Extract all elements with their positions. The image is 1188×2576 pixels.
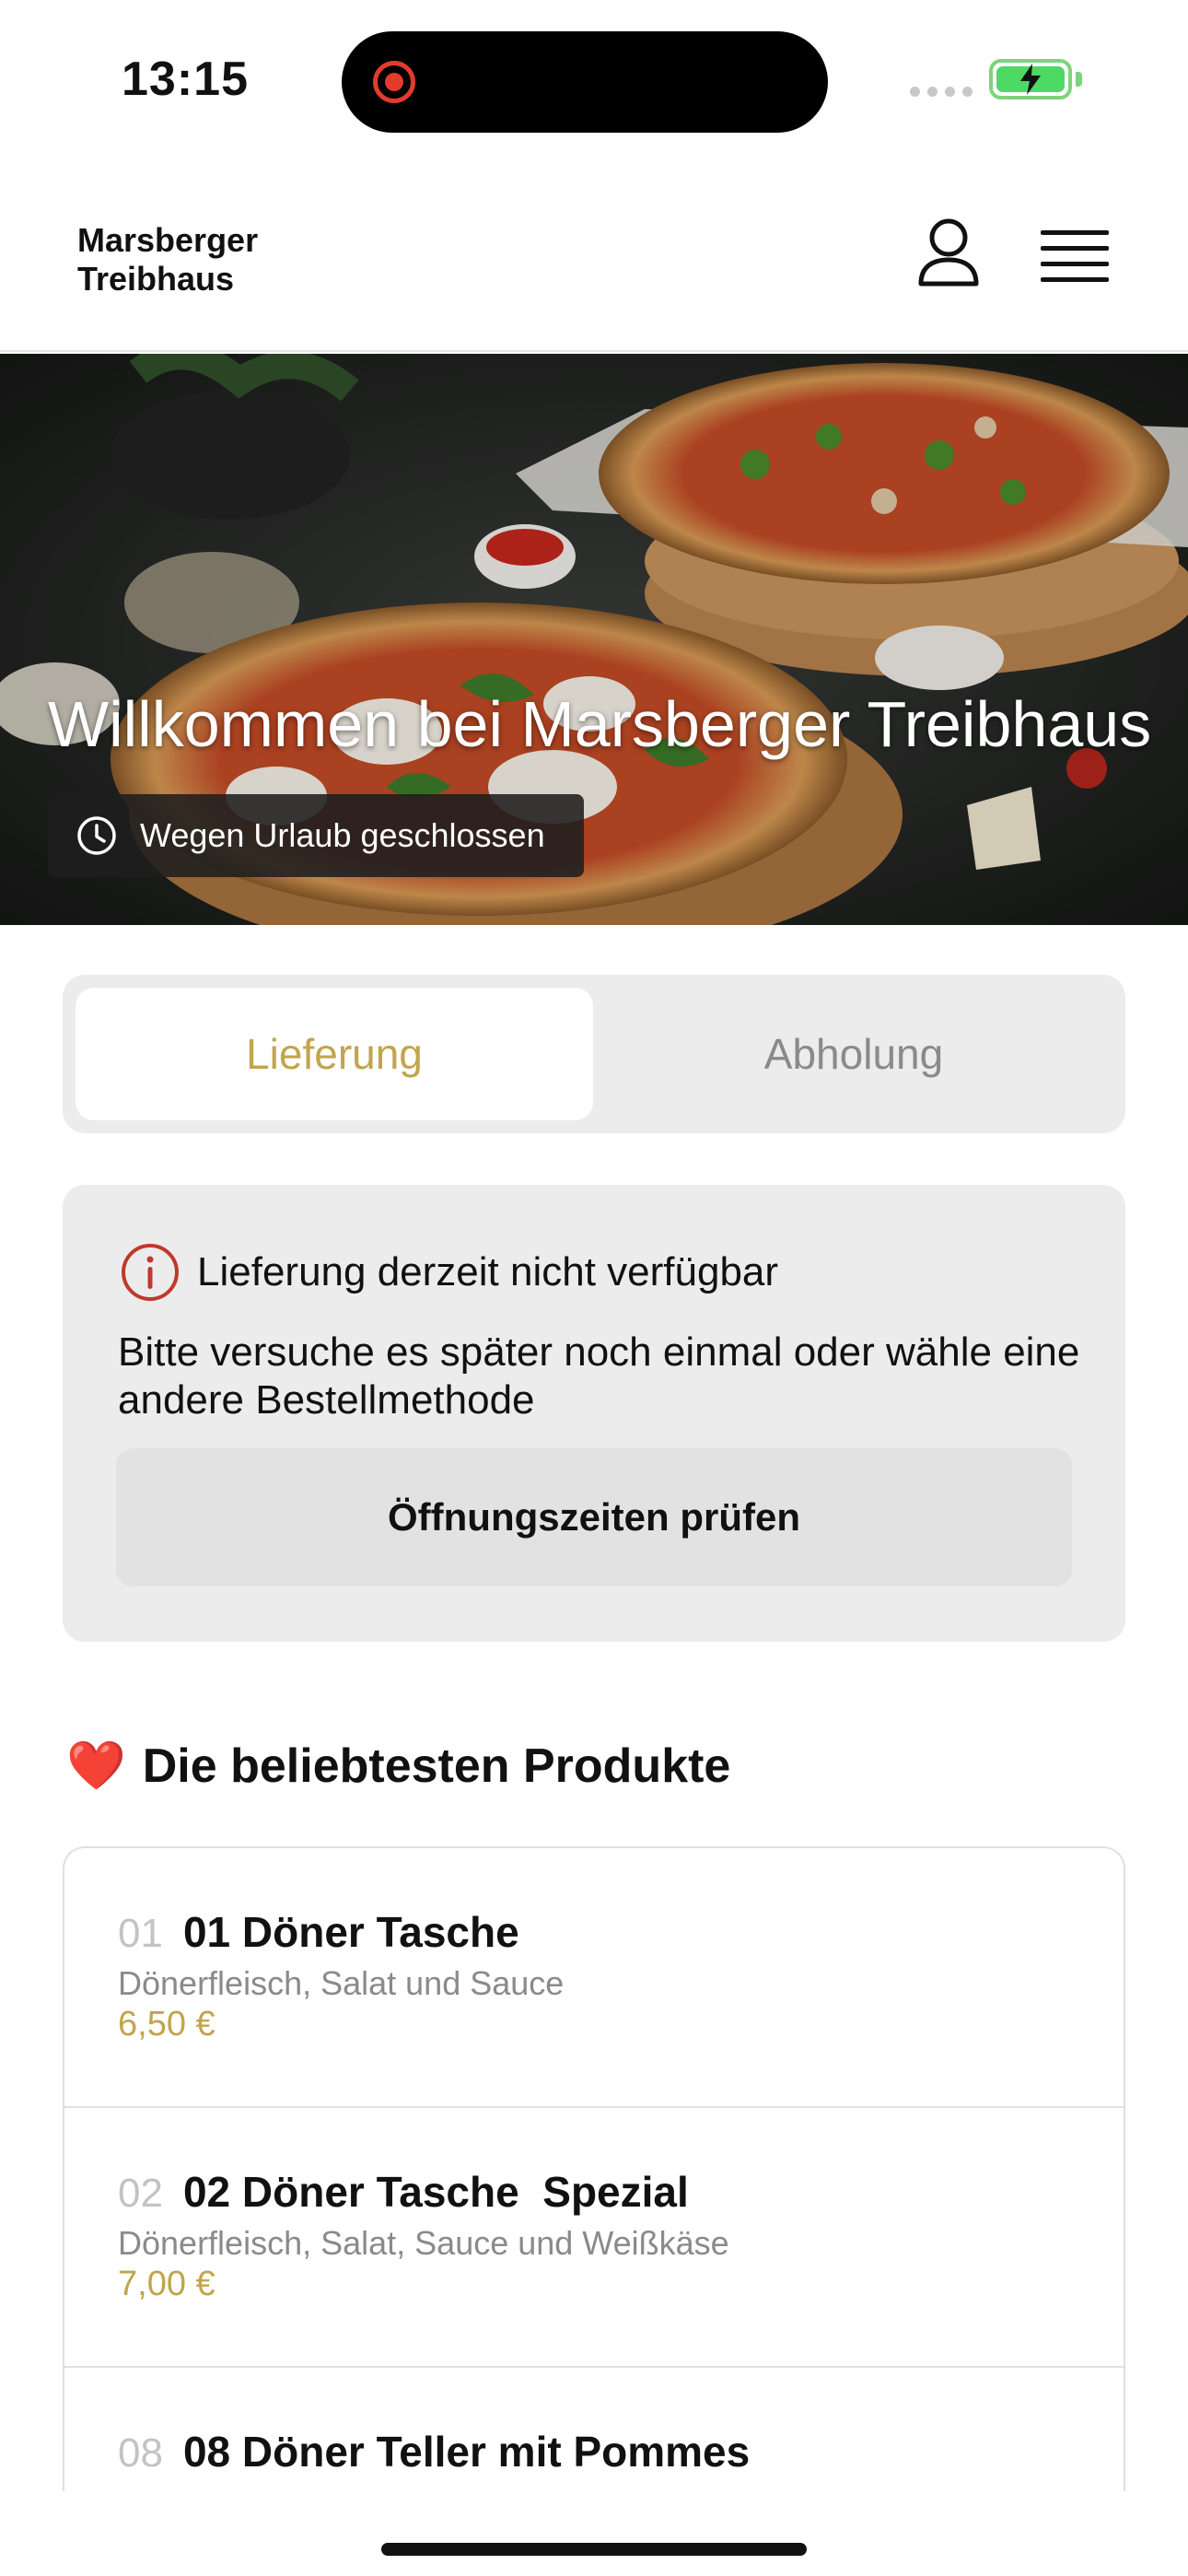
hero-title: Willkommen bei Marsberger Treibhaus [48,688,1152,760]
recording-indicator-icon [373,61,415,103]
product-name: 01 Döner Tasche [182,1908,519,1956]
product-description: Dönerfleisch, Salat und Sauce [118,1964,565,2002]
check-opening-hours-button[interactable]: Öffnungszeiten prüfen [116,1448,1072,1587]
brand-name[interactable]: Marsberger Treibhaus [77,221,372,299]
product-number: 08 [118,2430,163,2476]
battery-icon [989,59,1072,100]
status-badge: Wegen Urlaub geschlossen [48,794,584,877]
order-mode-switch: Lieferung Abholung [63,975,1125,1133]
section-title: ❤️ Die beliebtesten Produkte [66,1738,730,1794]
product-description: Dönerfleisch, Salat, Sauce und Weißkäse [118,2224,729,2262]
product-price: 6,50 € [118,2005,215,2043]
product-name: 02 Döner Tasche Spezial [182,2168,689,2216]
product-item[interactable]: 01 01 Döner Tasche Dönerfleisch, Salat u… [64,1848,1124,2108]
product-number: 01 [118,1911,163,1956]
app-header: Marsberger Treibhaus [0,157,1188,352]
hero-banner: Willkommen bei Marsberger Treibhaus Wege… [0,354,1188,925]
status-bar: 13:15 [0,0,1188,157]
signal-icon [910,87,973,97]
section-title-text: Die beliebtesten Produkte [142,1739,731,1793]
tab-lieferung[interactable]: Lieferung [76,988,593,1120]
status-time: 13:15 [122,53,249,106]
product-item[interactable]: 02 02 Döner Tasche Spezial Dönerfleisch,… [64,2108,1124,2368]
product-number: 02 [118,2171,163,2216]
delivery-unavailable-notice: Lieferung derzeit nicht verfügbar Bitte … [63,1185,1125,1642]
clock-icon [77,816,116,855]
home-indicator[interactable] [381,2543,807,2556]
dynamic-island [342,31,828,133]
product-head: 02 02 Döner Tasche Spezial [118,2167,689,2217]
info-icon [122,1244,179,1301]
product-name: 08 Döner Teller mit Pommes [182,2428,751,2476]
hamburger-menu-icon [1041,230,1109,282]
heart-icon: ❤️ [66,1739,126,1793]
person-icon [918,218,979,287]
account-button[interactable] [915,216,982,289]
notice-text: Bitte versuche es später noch einmal ode… [118,1329,1080,1423]
tab-abholung[interactable]: Abholung [595,988,1112,1120]
product-head: 01 01 Döner Tasche [118,1907,519,1957]
product-price: 7,00 € [118,2265,215,2303]
menu-button[interactable] [1041,230,1109,282]
notice-header: Lieferung derzeit nicht verfügbar [120,1242,778,1303]
battery-cap [1076,72,1082,87]
product-list: 01 01 Döner Tasche Dönerfleisch, Salat u… [63,1846,1125,2491]
notice-title: Lieferung derzeit nicht verfügbar [197,1249,779,1294]
product-item[interactable]: 08 08 Döner Teller mit Pommes [64,2368,1124,2491]
status-badge-text: Wegen Urlaub geschlossen [140,816,545,854]
product-head: 08 08 Döner Teller mit Pommes [118,2427,750,2476]
